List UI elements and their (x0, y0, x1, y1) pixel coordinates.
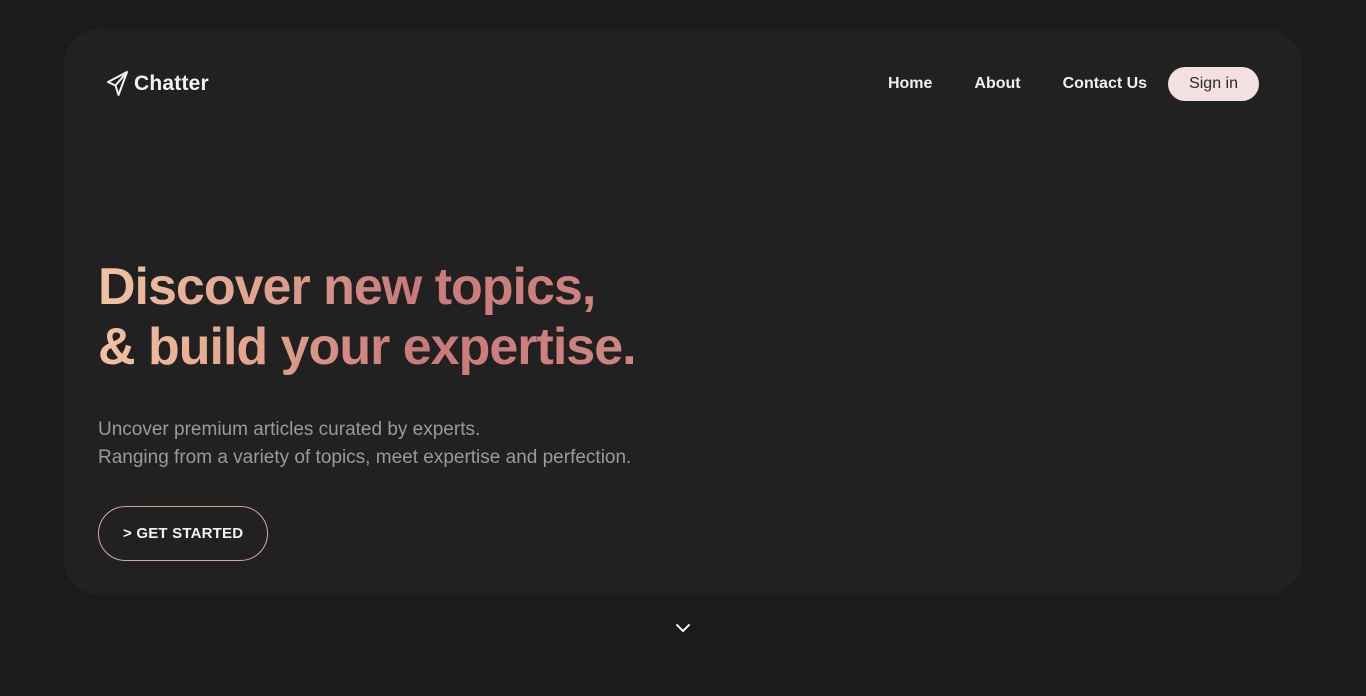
subtext-line-2: Ranging from a variety of topics, meet e… (98, 447, 632, 468)
sign-in-button[interactable]: Sign in (1168, 67, 1259, 101)
hero-card: Chatter Home About Contact Us Sign in Di… (64, 29, 1302, 595)
brand-logo[interactable]: Chatter (106, 70, 209, 98)
brand-name: Chatter (134, 72, 209, 95)
nav-link-about[interactable]: About (974, 75, 1020, 93)
nav-link-home[interactable]: Home (888, 75, 932, 93)
scroll-down-button[interactable] (674, 620, 692, 636)
subtext-line-1: Uncover premium articles curated by expe… (98, 419, 481, 440)
headline-line-2: & build your expertise. (98, 318, 636, 376)
get-started-button[interactable]: > GET STARTED (98, 506, 269, 561)
headline-line-1: Discover new topics, (98, 258, 596, 316)
nav-link-contact[interactable]: Contact Us (1063, 75, 1147, 93)
main-nav: Home About Contact Us Sign in (888, 67, 1259, 101)
page: Chatter Home About Contact Us Sign in Di… (0, 0, 1366, 696)
hero-subtext: Uncover premium articles curated by expe… (98, 416, 631, 472)
paper-plane-icon (107, 71, 128, 96)
hero-headline: Discover new topics, & build your expert… (98, 257, 636, 377)
chevron-down-icon (676, 624, 690, 632)
